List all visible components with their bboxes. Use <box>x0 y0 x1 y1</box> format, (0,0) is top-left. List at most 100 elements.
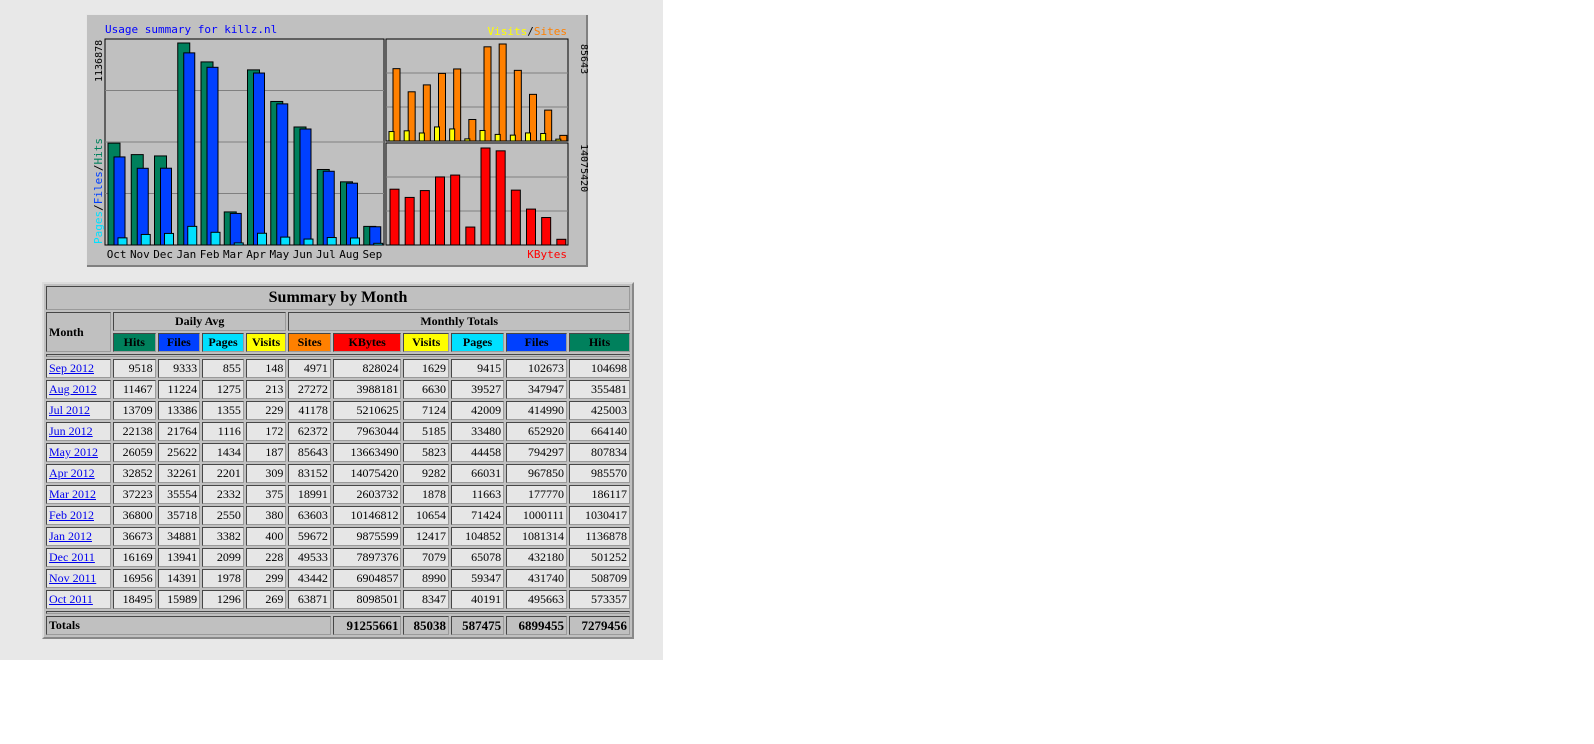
cell-kbytes: 7897376 <box>332 548 402 567</box>
month-link[interactable]: Apr 2012 <box>49 466 95 480</box>
kbytes-bar <box>450 174 461 246</box>
col-visits: Visits <box>403 333 449 352</box>
cell-d-files: 13941 <box>157 548 201 567</box>
cell-d-visits: 148 <box>245 359 287 378</box>
table-row: Jan 2012 36673 34881 3382 400 59672 9875599 124… <box>46 527 630 546</box>
files-bar <box>229 212 242 246</box>
month-link[interactable]: Nov 2011 <box>49 571 96 585</box>
month-link[interactable]: Sep 2012 <box>49 361 94 375</box>
table-row: Oct 2011 18495 15989 1296 269 63871 8098501 834… <box>46 590 630 609</box>
cell-visits: 1878 <box>403 485 449 504</box>
cell-d-pages: 2332 <box>202 485 244 504</box>
cell-d-pages: 1116 <box>202 422 244 441</box>
cell-d-hits: 18495 <box>113 590 156 609</box>
cell-hits: 104698 <box>569 359 630 378</box>
kbytes-bar <box>419 190 430 246</box>
month-link[interactable]: Oct 2011 <box>49 592 93 606</box>
left-axis-label-slash-2: / <box>92 165 105 172</box>
month-link[interactable]: Dec 2011 <box>49 550 95 564</box>
month-cell: Nov 2011 <box>46 569 112 588</box>
cell-visits: 1629 <box>403 359 449 378</box>
visits-sites-legend: Visits/Sites <box>488 25 568 38</box>
visits-bar <box>525 132 531 142</box>
cell-visits: 7124 <box>403 401 449 420</box>
col-daily-hits: Hits <box>113 333 156 352</box>
cell-sites: 85643 <box>288 443 331 462</box>
cell-pages: 44458 <box>450 443 505 462</box>
x-tick-label: Nov <box>130 248 150 261</box>
table-row: Mar 2012 37223 35554 2332 375 18991 2603732 187… <box>46 485 630 504</box>
visits-bar <box>434 126 440 142</box>
files-bar <box>206 66 219 246</box>
cell-pages: 40191 <box>450 590 505 609</box>
cell-d-pages: 1275 <box>202 380 244 399</box>
month-cell: Feb 2012 <box>46 506 112 525</box>
total-pages: 587475 <box>450 616 505 635</box>
cell-hits: 664140 <box>569 422 630 441</box>
cell-d-hits: 36673 <box>113 527 156 546</box>
kbytes-bar <box>404 196 415 246</box>
pages-bar <box>373 242 384 246</box>
cell-pages: 66031 <box>450 464 505 483</box>
files-bar <box>276 103 289 246</box>
cell-visits: 6630 <box>403 380 449 399</box>
cell-hits: 985570 <box>569 464 630 483</box>
sites-bar <box>392 68 401 142</box>
kbytes-bar <box>556 238 567 246</box>
cell-d-files: 15989 <box>157 590 201 609</box>
cell-files: 794297 <box>506 443 568 462</box>
month-link[interactable]: Aug 2012 <box>49 382 97 396</box>
legend-slash: / <box>527 25 534 38</box>
cell-files: 652920 <box>506 422 568 441</box>
x-tick-label: May <box>269 248 289 261</box>
cell-sites: 4971 <box>288 359 331 378</box>
pages-bar <box>210 231 221 246</box>
totals-label: Totals <box>46 616 331 635</box>
table-row: Apr 2012 32852 32261 2201 309 83152 14075420 92… <box>46 464 630 483</box>
cell-d-files: 13386 <box>157 401 201 420</box>
cell-kbytes: 3988181 <box>332 380 402 399</box>
cell-visits: 5823 <box>403 443 449 462</box>
month-link[interactable]: Feb 2012 <box>49 508 94 522</box>
month-cell: Aug 2012 <box>46 380 112 399</box>
sites-bar <box>513 69 522 142</box>
cell-d-hits: 9518 <box>113 359 156 378</box>
month-link[interactable]: Jun 2012 <box>49 424 93 438</box>
month-cell: Apr 2012 <box>46 464 112 483</box>
cell-visits: 12417 <box>403 527 449 546</box>
visits-bar <box>388 131 395 142</box>
month-cell: May 2012 <box>46 443 112 462</box>
cell-files: 432180 <box>506 548 568 567</box>
cell-sites: 63603 <box>288 506 331 525</box>
files-bar <box>113 156 126 246</box>
cell-sites: 63871 <box>288 590 331 609</box>
cell-hits: 186117 <box>569 485 630 504</box>
cell-d-pages: 855 <box>202 359 244 378</box>
month-link[interactable]: Mar 2012 <box>49 487 96 501</box>
cell-d-files: 25622 <box>157 443 201 462</box>
kbytes-bar <box>510 189 521 246</box>
monthly-totals-header: Monthly Totals <box>288 312 630 331</box>
sites-bar <box>498 43 507 142</box>
cell-d-visits: 229 <box>245 401 287 420</box>
cell-d-hits: 13709 <box>113 401 156 420</box>
month-link[interactable]: Jul 2012 <box>49 403 90 417</box>
cell-files: 102673 <box>506 359 568 378</box>
total-hits: 7279456 <box>569 616 630 635</box>
cell-d-files: 35554 <box>157 485 201 504</box>
month-cell: Sep 2012 <box>46 359 112 378</box>
visits-bar <box>540 132 547 142</box>
month-link[interactable]: Jan 2012 <box>49 529 92 543</box>
totals-row: Totals 91255661 85038 587475 6899455 7279456 <box>46 616 630 635</box>
x-tick-label: Apr <box>246 248 266 261</box>
cell-visits: 9282 <box>403 464 449 483</box>
col-pages: Pages <box>450 333 505 352</box>
x-tick-label: Feb <box>200 248 220 261</box>
month-link[interactable]: May 2012 <box>49 445 98 459</box>
cell-d-hits: 32852 <box>113 464 156 483</box>
cell-files: 431740 <box>506 569 568 588</box>
cell-files: 1081314 <box>506 527 568 546</box>
left-axis-label-slash-1: / <box>92 204 105 211</box>
sites-bar <box>468 118 477 142</box>
cell-hits: 573357 <box>569 590 630 609</box>
